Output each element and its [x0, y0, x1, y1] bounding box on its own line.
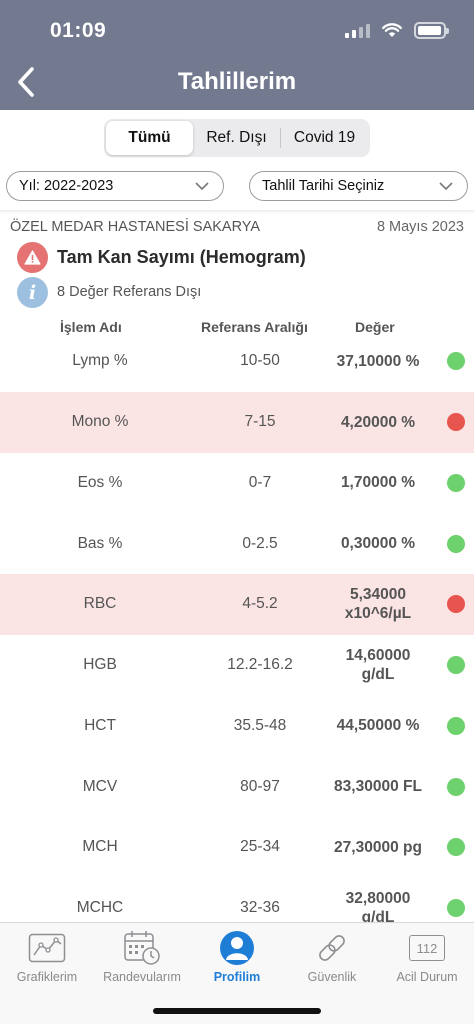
status-dot: [447, 352, 465, 371]
segment-ref-out[interactable]: Ref. Dışı: [193, 121, 280, 155]
divider: [0, 210, 474, 214]
ref-out-count: 8 Değer Referans Dışı: [57, 284, 202, 300]
status-dot: [447, 473, 465, 492]
table-row[interactable]: HGB 12.2-16.2 14,60000 g/dL: [0, 635, 474, 696]
status-dot: [447, 413, 465, 432]
status-dot: [447, 534, 465, 553]
signal-icon: [345, 23, 370, 38]
table-row[interactable]: HCT 35.5-48 44,50000 %: [0, 696, 474, 757]
table-row[interactable]: Eos % 0-7 1,70000 %: [0, 453, 474, 514]
row-range: 0-2.5: [242, 534, 278, 552]
row-value: 83,30000 FL: [334, 778, 422, 796]
date-dropdown[interactable]: Tahlil Tarihi Seçiniz: [249, 171, 468, 201]
user-icon: [219, 927, 255, 969]
row-name: Bas %: [77, 534, 123, 552]
link-icon: [314, 927, 350, 969]
row-name: MCV: [82, 777, 118, 795]
row-value: 5,34000 x10^6/µL: [344, 586, 412, 623]
page-title: Tahlillerim: [177, 68, 297, 95]
status-dot: [447, 899, 465, 918]
row-range: 80-97: [240, 777, 280, 795]
row-name: RBC: [83, 595, 117, 613]
table-row[interactable]: MCH 25-34 27,30000 pg: [0, 817, 474, 878]
row-name: Mono %: [71, 413, 129, 431]
segment-all[interactable]: Tümü: [106, 121, 193, 155]
row-range: 35.5-48: [233, 716, 287, 734]
home-indicator[interactable]: [153, 1008, 321, 1014]
status-dot: [447, 656, 465, 675]
status-dot: [447, 716, 465, 735]
phone-112-icon: 112: [409, 927, 445, 969]
tab-randevularim[interactable]: Randevularım: [95, 923, 189, 991]
row-name: HGB: [83, 656, 117, 674]
tab-acil-durum[interactable]: 112 Acil Durum: [380, 923, 474, 991]
results-table: Lymp % 10-50 37,10000 % Mono % 7-15 4,20…: [0, 331, 474, 939]
hospital-name: ÖZEL MEDAR HASTANESİ SAKARYA: [10, 219, 261, 235]
header: 01:09 Tahlillerim: [0, 0, 474, 110]
row-value: 27,30000 pg: [334, 838, 422, 856]
row-value: 44,50000 %: [336, 717, 420, 735]
table-row[interactable]: Bas % 0-2.5 0,30000 %: [0, 513, 474, 574]
tab-label: Randevularım: [103, 970, 181, 984]
screen: 01:09 Tahlillerim Tümü Ref. Dışı Covid 1…: [0, 0, 474, 1024]
tab-guvenlik[interactable]: Güvenlik: [285, 923, 379, 991]
tab-label: Acil Durum: [396, 970, 458, 984]
status-time: 01:09: [50, 19, 107, 42]
row-value: 4,20000 %: [340, 413, 416, 431]
year-dropdown[interactable]: Yıl: 2022-2023: [6, 171, 224, 201]
test-title: Tam Kan Sayımı (Hemogram): [57, 247, 306, 267]
segment-control: Tümü Ref. Dışı Covid 19: [104, 119, 370, 157]
warning-icon: [17, 242, 48, 273]
chevron-down-icon: [195, 181, 209, 190]
chart-icon: [28, 927, 66, 969]
row-value: 0,30000 %: [340, 535, 416, 553]
row-name: HCT: [84, 716, 116, 734]
row-value: 1,70000 %: [340, 474, 416, 492]
tab-label: Grafiklerim: [16, 970, 78, 984]
status-dot: [447, 595, 465, 614]
status-icons: [345, 22, 449, 39]
table-row[interactable]: Lymp % 10-50 37,10000 %: [0, 331, 474, 392]
table-row[interactable]: Mono % 7-15 4,20000 %: [0, 391, 474, 453]
row-name: MCH: [82, 838, 118, 856]
row-value: 37,10000 %: [336, 352, 420, 370]
row-name: Lymp %: [72, 352, 128, 370]
tab-profilim[interactable]: Profilim: [190, 923, 284, 991]
row-range: 25-34: [240, 838, 280, 856]
tab-grafiklerim[interactable]: Grafiklerim: [0, 923, 94, 991]
row-range: 0-7: [248, 473, 272, 491]
year-dropdown-label: Yıl: 2022-2023: [19, 178, 114, 194]
tab-label: Güvenlik: [307, 970, 357, 984]
status-dot: [447, 838, 465, 857]
calendar-clock-icon: [123, 927, 161, 969]
row-range: 7-15: [244, 413, 276, 431]
emergency-112-label: 112: [409, 935, 445, 961]
row-name: Eos %: [77, 473, 123, 491]
segment-covid[interactable]: Covid 19: [281, 121, 368, 155]
row-range: 12.2-16.2: [227, 656, 293, 674]
wifi-icon: [382, 23, 402, 37]
table-row[interactable]: RBC 4-5.2 5,34000 x10^6/µL: [0, 574, 474, 635]
info-icon: i: [17, 277, 48, 308]
row-range: 10-50: [240, 352, 280, 370]
date-dropdown-label: Tahlil Tarihi Seçiniz: [262, 178, 385, 194]
status-dot: [447, 777, 465, 796]
result-date: 8 Mayıs 2023: [376, 219, 464, 235]
row-range: 4-5.2: [242, 595, 278, 613]
row-value: 14,60000 g/dL: [345, 647, 411, 684]
battery-icon: [414, 22, 449, 39]
tab-label: Profilim: [213, 970, 261, 984]
table-row[interactable]: MCV 80-97 83,30000 FL: [0, 756, 474, 817]
chevron-down-icon: [439, 181, 453, 190]
